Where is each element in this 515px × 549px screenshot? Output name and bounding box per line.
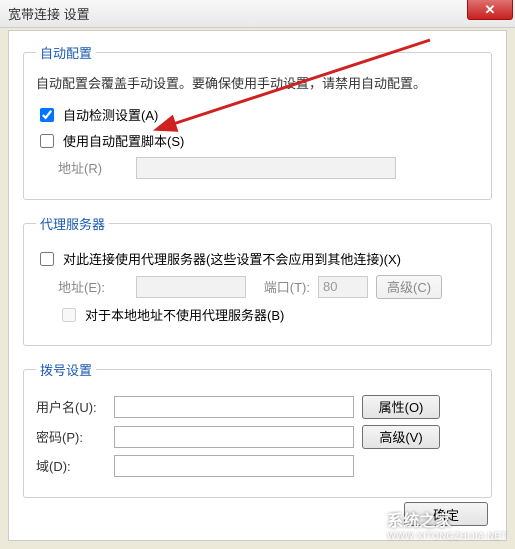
dial-legend: 拨号设置: [36, 360, 96, 379]
proxy-addr-input: [136, 276, 246, 298]
close-icon: ✕: [485, 2, 496, 18]
house-icon: [351, 509, 381, 539]
dial-domain-label: 域(D):: [36, 456, 106, 475]
auto-script-label: 使用自动配置脚本(S): [63, 131, 184, 150]
auto-script-checkbox[interactable]: 使用自动配置脚本(S): [36, 131, 184, 151]
auto-addr-input: [136, 157, 396, 179]
close-button[interactable]: ✕: [467, 0, 513, 20]
dial-props-button[interactable]: 属性(O): [362, 395, 440, 419]
watermark-text: 系统之家: [387, 507, 507, 531]
proxy-legend: 代理服务器: [36, 214, 109, 233]
auto-detect-checkbox[interactable]: 自动检测设置(A): [36, 105, 158, 125]
proxy-use-input[interactable]: [40, 252, 54, 266]
proxy-group: 代理服务器 对此连接使用代理服务器(这些设置不会应用到其他连接)(X) 地址(E…: [23, 214, 492, 346]
watermark: 系统之家 WWW.XITONGZHIJIA.NET: [351, 507, 507, 541]
proxy-port-label: 端口(T):: [254, 277, 310, 296]
auto-detect-input[interactable]: [40, 108, 54, 122]
settings-panel: 自动配置 自动配置会覆盖手动设置。要确保使用手动设置，请禁用自动配置。 自动检测…: [8, 30, 507, 541]
dial-pass-label: 密码(P):: [36, 427, 106, 446]
dial-group: 拨号设置 用户名(U): 属性(O) 密码(P): 高级(V) 域(D):: [23, 360, 492, 498]
dial-user-input[interactable]: [114, 396, 354, 418]
proxy-use-checkbox[interactable]: 对此连接使用代理服务器(这些设置不会应用到其他连接)(X): [36, 249, 401, 269]
window-title: 宽带连接 设置: [8, 4, 90, 23]
auto-script-input[interactable]: [40, 134, 54, 148]
proxy-addr-label: 地址(E):: [58, 277, 128, 296]
proxy-port-input: [318, 276, 368, 298]
auto-config-desc: 自动配置会覆盖手动设置。要确保使用手动设置，请禁用自动配置。: [36, 74, 479, 95]
auto-config-group: 自动配置 自动配置会覆盖手动设置。要确保使用手动设置，请禁用自动配置。 自动检测…: [23, 43, 492, 200]
proxy-use-label: 对此连接使用代理服务器(这些设置不会应用到其他连接)(X): [63, 249, 401, 268]
watermark-url: WWW.XITONGZHIJIA.NET: [387, 531, 507, 541]
proxy-advanced-button: 高级(C): [376, 275, 442, 299]
dial-user-label: 用户名(U):: [36, 397, 106, 416]
auto-detect-label: 自动检测设置(A): [63, 105, 158, 124]
dial-advanced-button[interactable]: 高级(V): [362, 425, 440, 449]
auto-config-legend: 自动配置: [36, 43, 96, 62]
proxy-bypass-checkbox: 对于本地地址不使用代理服务器(B): [58, 305, 284, 325]
dial-domain-input[interactable]: [114, 455, 354, 477]
proxy-bypass-input: [62, 308, 76, 322]
auto-addr-label: 地址(R): [58, 158, 128, 177]
proxy-bypass-label: 对于本地地址不使用代理服务器(B): [85, 305, 284, 324]
title-bar: 宽带连接 设置: [0, 0, 515, 28]
dial-pass-input[interactable]: [114, 426, 354, 448]
